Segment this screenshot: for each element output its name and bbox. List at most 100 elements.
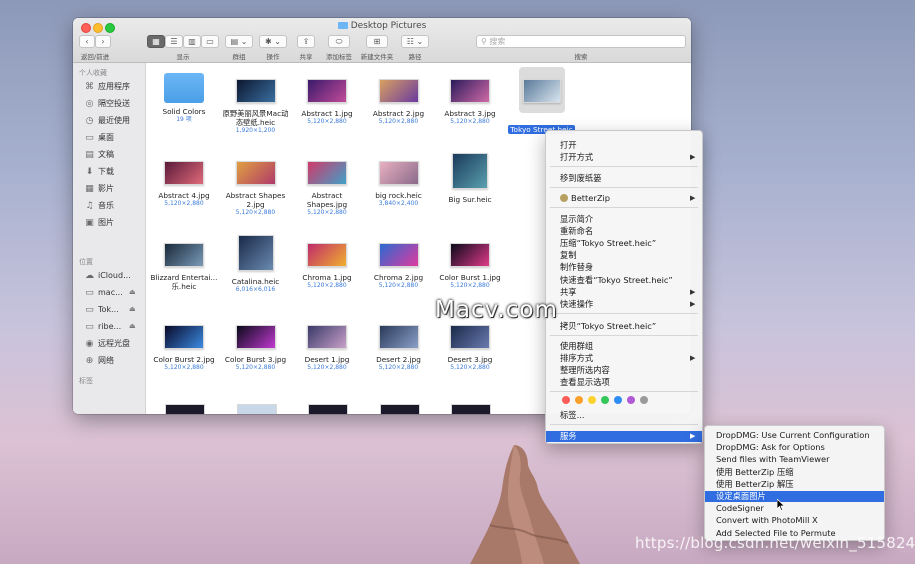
new-folder-button[interactable]: ⊞ [366,35,388,48]
partial-thumbnail[interactable] [165,404,205,414]
context-menu-item[interactable]: 整理所选内容 [546,365,702,376]
share-button[interactable]: ⇪ [297,35,315,48]
file-item[interactable]: Desert 2.jpg 5,120×2,880 [363,317,435,372]
file-item[interactable]: Color Burst 3.jpg 5,120×2,880 [220,317,292,372]
context-menu-item[interactable]: 压缩“Tokyo Street.heic” [546,238,702,249]
sidebar-item-favorite[interactable]: ▭ 桌面 [84,132,114,143]
file-item[interactable]: Desert 1.jpg 5,120×2,880 [291,317,363,372]
file-item[interactable]: Color Burst 1.jpg 5,120×2,880 [434,235,506,290]
file-item[interactable]: Abstract 1.jpg 5,120×2,880 [291,71,363,126]
context-menu-item[interactable]: 快速查看“Tokyo Street.heic” [546,275,702,286]
file-item[interactable]: big rock.heic 3,840×2,400 [363,153,435,208]
context-menu-item[interactable]: 移到废纸篓 [546,173,702,184]
submenu-arrow-icon: ▶ [690,432,696,440]
folder-item[interactable]: Solid Colors 19 项 [148,71,220,124]
services-menu-item[interactable]: Send files with TeamViewer [705,454,884,465]
partial-thumbnail[interactable] [308,404,348,414]
tag-color-dot[interactable] [614,396,622,404]
eject-icon[interactable]: ⏏ [129,321,136,332]
sidebar-item-location[interactable]: ▭ mac... ⏏ [84,287,135,298]
action-button[interactable]: ✱ ⌄ [259,35,287,48]
context-menu-item[interactable]: 共享 ▶ [546,287,702,298]
context-menu-item[interactable]: 查看显示选项 [546,377,702,388]
window-title: Desktop Pictures [73,21,691,31]
thumbnail-image [164,243,204,267]
view-icons-button[interactable]: ▦ [147,35,165,48]
context-menu-item[interactable]: 显示简介 [546,214,702,225]
group-button[interactable]: ▤ ⌄ [225,35,253,48]
search-input[interactable]: ⚲ 搜索 [476,35,686,48]
file-item[interactable]: Abstract 2.jpg 5,120×2,880 [363,71,435,126]
context-menu-item[interactable]: 服务 ▶ [546,431,702,442]
file-item[interactable]: Abstract 4.jpg 5,120×2,880 [148,153,220,208]
tag-color-dot[interactable] [640,396,648,404]
file-item[interactable]: Blizzard Entertai...乐.heic [148,235,220,291]
eject-icon[interactable]: ⏏ [129,287,136,298]
tag-button[interactable]: ⬭ [328,35,350,48]
context-menu-item[interactable]: 制作替身 [546,262,702,273]
partial-thumbnail[interactable] [236,404,277,414]
pictures-icon: ▣ [85,218,94,228]
context-menu-item[interactable]: 拷贝“Tokyo Street.heic” [546,321,702,332]
tag-color-dot[interactable] [575,396,583,404]
sidebar-item-favorite[interactable]: ⬇ 下载 [84,166,114,177]
tag-color-dot[interactable] [562,396,570,404]
context-menu-item[interactable]: 打开 [546,140,702,151]
context-menu-item[interactable]: 排序方式 ▶ [546,353,702,364]
services-menu-item[interactable]: 使用 BetterZip 压缩 [705,467,884,478]
file-item[interactable]: Abstract Shapes 2.jpg 5,120×2,880 [220,153,292,217]
services-menu-item[interactable]: CodeSigner [705,503,884,514]
context-menu-item[interactable]: 使用群组 [546,341,702,352]
context-menu-item[interactable]: 快速操作 ▶ [546,299,702,310]
tag-color-dot[interactable] [601,396,609,404]
services-menu-item[interactable]: Convert with PhotoMill X [705,515,884,526]
view-columns-button[interactable]: ▥ [183,35,201,48]
file-item[interactable]: Catalina.heic 6,016×6,016 [220,235,292,294]
tag-icon: ⬭ [335,37,343,46]
file-item[interactable]: 原野美丽风景Mac动态壁纸.heic 1,920×1,200 [220,71,292,135]
context-menu-item[interactable]: 标签... [546,410,702,421]
context-menu-item[interactable]: BetterZip ▶ [546,193,702,204]
sidebar-item-location[interactable]: ☁ iCloud... [84,270,131,281]
context-menu-item[interactable]: 复制 [546,250,702,261]
file-item[interactable]: Abstract Shapes.jpg 5,120×2,880 [291,153,363,217]
thumbnail-image [237,235,274,271]
file-item[interactable]: Chroma 1.jpg 5,120×2,880 [291,235,363,290]
view-list-button[interactable]: ☰ [165,35,183,48]
tag-color-dot[interactable] [627,396,635,404]
file-item[interactable]: Desert 3.jpg 5,120×2,880 [434,317,506,372]
sidebar-item-favorite[interactable]: ◷ 最近使用 [84,115,130,126]
partial-thumbnail[interactable] [379,404,420,414]
partial-thumbnail[interactable] [451,404,491,414]
sidebar-item-location[interactable]: ⊕ 网络 [84,355,114,366]
sidebar-item-location[interactable]: ◉ 远程光盘 [84,338,130,349]
sidebar-item-favorite[interactable]: ⌘ 应用程序 [84,81,130,92]
sidebar-item-location[interactable]: ▭ Tok... ⏏ [84,304,135,315]
file-item[interactable]: Tokyo Street.heic [506,67,578,134]
sidebar-item-favorite[interactable]: ♫ 音乐 [84,200,114,211]
file-item[interactable]: Chroma 2.jpg 5,120×2,880 [363,235,435,290]
file-item[interactable]: Abstract 3.jpg 5,120×2,880 [434,71,506,126]
services-menu-item[interactable]: DropDMG: Use Current Configuration [705,430,884,441]
back-button[interactable]: ‹ [79,35,95,48]
mouse-cursor-icon [777,499,785,511]
eject-icon[interactable]: ⏏ [129,304,136,315]
file-item[interactable]: Big Sur.heic [434,153,506,204]
services-menu-item[interactable]: 设定桌面图片 [705,491,884,502]
path-button[interactable]: ☷ ⌄ [401,35,429,48]
context-menu-item[interactable]: 重新命名 [546,226,702,237]
forward-button[interactable]: › [95,35,111,48]
sidebar-item-favorite[interactable]: ▤ 文稿 [84,149,114,160]
file-name: Color Burst 1.jpg [439,273,501,282]
view-gallery-button[interactable]: ▭ [201,35,219,48]
services-menu-item[interactable]: 使用 BetterZip 解压 [705,479,884,490]
sidebar-item-favorite[interactable]: ▣ 图片 [84,217,114,228]
sidebar-item-favorite[interactable]: ▦ 影片 [84,183,114,194]
services-menu-item[interactable]: DropDMG: Ask for Options [705,442,884,453]
file-meta: 5,120×2,880 [164,200,204,207]
file-item[interactable]: Color Burst 2.jpg 5,120×2,880 [148,317,220,372]
context-menu-item[interactable]: 打开方式 ▶ [546,152,702,163]
tag-color-dot[interactable] [588,396,596,404]
sidebar-item-location[interactable]: ▭ ribe... ⏏ [84,321,135,332]
sidebar-item-favorite[interactable]: ◎ 隔空投送 [84,98,130,109]
